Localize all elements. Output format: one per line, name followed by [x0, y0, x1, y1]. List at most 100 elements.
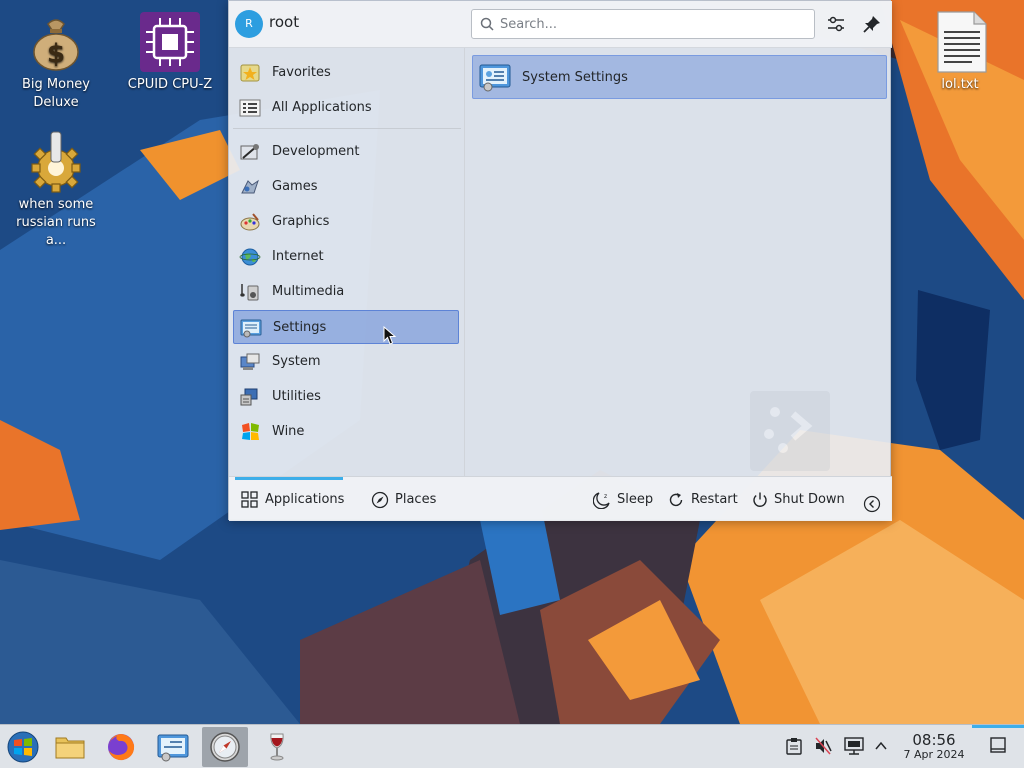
start-menu-icon [7, 731, 39, 763]
tab-applications[interactable]: Applications [241, 487, 345, 513]
category-label: Favorites [272, 65, 331, 80]
desktop-icon-cpuz[interactable]: CPUID CPU-Z [118, 4, 222, 94]
category-games[interactable]: Games [233, 170, 459, 204]
configure-icon[interactable] [823, 11, 849, 37]
search-box[interactable] [471, 9, 815, 39]
user-avatar[interactable]: R [235, 10, 263, 38]
show-desktop-icon[interactable] [990, 737, 1006, 753]
sleep-label: Sleep [617, 492, 654, 507]
text-file-icon [937, 11, 987, 73]
applications-icon [241, 491, 258, 508]
category-wine[interactable]: Wine [233, 415, 459, 449]
tab-places[interactable]: Places [371, 487, 441, 513]
gear-icon [31, 131, 81, 193]
globe-icon [239, 248, 261, 266]
pin-icon[interactable] [859, 11, 885, 37]
clock-date[interactable]: 7 Apr 2024 [893, 748, 975, 761]
file-manager-icon [55, 737, 85, 759]
separator [233, 128, 461, 129]
launcher-footer: Applications Places z Sleep Restart Shut… [229, 476, 892, 521]
category-favorites[interactable]: Favorites [233, 56, 459, 90]
clipboard-icon[interactable] [786, 737, 802, 755]
volume-muted-icon[interactable] [814, 737, 832, 755]
star-icon [240, 64, 260, 82]
taskbar-safari[interactable] [202, 727, 248, 767]
category-label: System [272, 354, 321, 369]
category-utilities[interactable]: Utilities [233, 380, 459, 414]
system-settings-icon [479, 64, 511, 92]
clock-time[interactable]: 08:56 [902, 731, 966, 749]
category-label: Development [272, 144, 360, 159]
safari-icon [210, 732, 240, 762]
cpu-chip-icon [140, 12, 200, 72]
application-launcher: R root Favorites [228, 0, 892, 521]
settings-icon [240, 319, 262, 338]
app-label: System Settings [522, 70, 628, 85]
category-label: All Applications [272, 100, 372, 115]
network-wired-icon[interactable] [844, 737, 864, 755]
desktop-icon-lol-txt[interactable]: lol.txt [908, 4, 1012, 94]
desktop-icon-label: CPUID CPU-Z [127, 77, 213, 92]
taskbar: 08:56 7 Apr 2024 [0, 724, 1024, 768]
sleep-icon: z [593, 492, 610, 509]
sleep-button[interactable]: z Sleep [593, 487, 653, 513]
category-label: Games [272, 179, 318, 194]
taskbar-wine[interactable] [254, 727, 300, 767]
mouse-cursor-icon [383, 326, 397, 345]
category-label: Wine [272, 424, 305, 439]
grid-icon [239, 99, 261, 117]
development-icon [240, 144, 259, 160]
category-system[interactable]: System [233, 345, 459, 379]
category-list: Favorites All Applications Development G… [229, 48, 465, 476]
wine-icon [242, 423, 259, 440]
application-list: System Settings [466, 48, 891, 476]
restart-button[interactable]: Restart [667, 487, 738, 513]
multimedia-icon [240, 284, 259, 301]
system-settings-icon [157, 734, 189, 762]
desktop-icon-russian-script[interactable]: when some russian runs a... [4, 124, 108, 250]
search-input[interactable] [500, 14, 800, 34]
collapse-chevron-icon[interactable] [863, 491, 881, 517]
system-icon [240, 353, 260, 370]
placeholder-logo-icon [750, 391, 830, 471]
desktop-icon-label: Big Money Deluxe [21, 77, 90, 110]
category-label: Multimedia [272, 284, 345, 299]
category-label: Utilities [272, 389, 321, 404]
graphics-icon [240, 213, 260, 231]
category-label: Settings [273, 320, 327, 335]
launcher-header: R root [229, 1, 892, 48]
restart-label: Restart [691, 492, 738, 507]
games-icon [241, 179, 259, 194]
category-label: Internet [272, 249, 324, 264]
svg-text:z: z [604, 493, 607, 500]
shutdown-label: Shut Down [774, 492, 845, 507]
shutdown-button[interactable]: Shut Down [751, 487, 845, 513]
tab-label: Places [395, 492, 437, 507]
compass-icon [371, 491, 389, 509]
category-all-applications[interactable]: All Applications [233, 91, 459, 125]
utilities-icon [240, 388, 258, 406]
taskbar-system-settings[interactable] [150, 727, 196, 767]
desktop-icon-big-money[interactable]: $ Big Money Deluxe [4, 4, 108, 112]
taskbar-file-manager[interactable] [47, 727, 93, 767]
start-menu-button[interactable] [0, 727, 46, 767]
restart-icon [669, 493, 683, 507]
category-graphics[interactable]: Graphics [233, 205, 459, 239]
active-tab-indicator [235, 477, 343, 480]
search-icon [480, 17, 494, 31]
category-development[interactable]: Development [233, 135, 459, 169]
svg-text:$: $ [47, 39, 65, 69]
firefox-icon [108, 734, 135, 761]
desktop-icon-label: lol.txt [941, 77, 979, 92]
user-name: root [269, 13, 300, 31]
show-desktop-indicator [972, 725, 1024, 728]
category-settings[interactable]: Settings [233, 310, 459, 344]
category-internet[interactable]: Internet [233, 240, 459, 274]
wine-icon [270, 733, 284, 761]
category-multimedia[interactable]: Multimedia [233, 275, 459, 309]
chevron-up-icon[interactable] [874, 739, 888, 753]
app-system-settings[interactable]: System Settings [472, 55, 887, 99]
taskbar-firefox[interactable] [98, 727, 144, 767]
money-bag-icon: $ [33, 19, 79, 71]
category-label: Graphics [272, 214, 330, 229]
